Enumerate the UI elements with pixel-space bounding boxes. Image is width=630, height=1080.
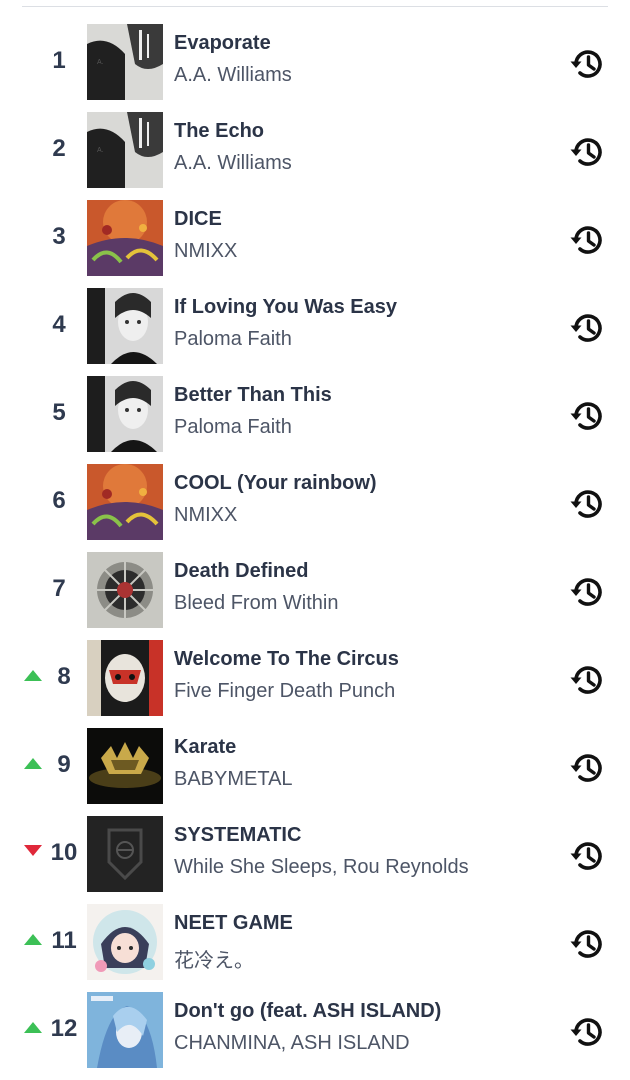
track-title[interactable]: Death Defined [174, 560, 308, 583]
trend-up-icon [24, 934, 42, 945]
rank-number: 4 [52, 311, 66, 338]
track-title[interactable]: COOL (Your rainbow) [174, 472, 377, 495]
track-title[interactable]: Welcome To The Circus [174, 648, 399, 671]
rank-number: 5 [52, 399, 66, 426]
track-title[interactable]: If Loving You Was Easy [174, 296, 397, 319]
track-title[interactable]: Better Than This [174, 384, 332, 407]
track-artist[interactable]: CHANMINA, ASH ISLAND [174, 1032, 410, 1055]
trend-up-icon [24, 670, 42, 681]
track-row[interactable]: 2 A. The Echo A.A. Williams [0, 106, 630, 194]
track-row[interactable]: 12 Don't go (feat. ASH ISLAND) CHANMINA,… [0, 986, 630, 1074]
track-artist[interactable]: A.A. Williams [174, 64, 292, 87]
chart-list: 1 A. Evaporate A.A. Williams 2 A. The Ec… [0, 18, 630, 1074]
track-artist[interactable]: Five Finger Death Punch [174, 680, 395, 703]
track-artist[interactable]: Bleed From Within [174, 592, 339, 615]
track-title[interactable]: Don't go (feat. ASH ISLAND) [174, 1000, 441, 1023]
track-row[interactable]: 8 Welcome To The Circus Five Finger Deat… [0, 634, 630, 722]
history-icon[interactable] [567, 220, 607, 260]
album-art-paloma-faith[interactable] [87, 376, 163, 452]
track-title[interactable]: DICE [174, 208, 222, 231]
trend-up-icon [24, 1022, 42, 1033]
album-art-bleed-from-within[interactable] [87, 552, 163, 628]
rank-number: 9 [57, 751, 71, 778]
rank-number: 8 [57, 663, 71, 690]
svg-text:A.: A. [97, 147, 104, 154]
album-art-chanmina[interactable] [87, 992, 163, 1068]
track-title[interactable]: Karate [174, 736, 236, 759]
track-row[interactable]: 3 DICE NMIXX [0, 194, 630, 282]
track-title[interactable]: NEET GAME [174, 912, 293, 935]
track-artist[interactable]: 花冷え。 [174, 944, 254, 973]
history-icon[interactable] [567, 308, 607, 348]
album-art-nmixx[interactable] [87, 464, 163, 540]
history-icon[interactable] [567, 396, 607, 436]
rank-number: 12 [50, 1015, 78, 1042]
album-art-aa-williams[interactable]: A. [87, 24, 163, 100]
album-art-paloma-faith[interactable] [87, 288, 163, 364]
history-icon[interactable] [567, 132, 607, 172]
track-artist[interactable]: NMIXX [174, 504, 237, 527]
rank-number: 10 [50, 839, 78, 866]
rank-number: 3 [52, 223, 66, 250]
track-row[interactable]: 6 COOL (Your rainbow) NMIXX [0, 458, 630, 546]
track-title[interactable]: The Echo [174, 120, 264, 143]
track-artist[interactable]: A.A. Williams [174, 152, 292, 175]
album-art-nmixx[interactable] [87, 200, 163, 276]
rank-number: 6 [52, 487, 66, 514]
trend-up-icon [24, 758, 42, 769]
rank-number: 7 [52, 575, 66, 602]
album-art-hanabie[interactable] [87, 904, 163, 980]
album-art-while-she-sleeps[interactable] [87, 816, 163, 892]
track-row[interactable]: 4 If Loving You Was Easy Paloma Faith [0, 282, 630, 370]
history-icon[interactable] [567, 484, 607, 524]
top-divider [22, 6, 608, 7]
album-art-babymetal[interactable] [87, 728, 163, 804]
rank-number: 1 [52, 47, 66, 74]
track-row[interactable]: 7 Death Defined Bleed From Within [0, 546, 630, 634]
history-icon[interactable] [567, 572, 607, 612]
track-row[interactable]: 1 A. Evaporate A.A. Williams [0, 18, 630, 106]
history-icon[interactable] [567, 924, 607, 964]
track-row[interactable]: 11 NEET GAME 花冷え。 [0, 898, 630, 986]
album-art-aa-williams[interactable]: A. [87, 112, 163, 188]
history-icon[interactable] [567, 660, 607, 700]
track-row[interactable]: 9 Karate BABYMETAL [0, 722, 630, 810]
track-artist[interactable]: Paloma Faith [174, 416, 292, 439]
track-row[interactable]: 10 SYSTEMATIC While She Sleeps, Rou Reyn… [0, 810, 630, 898]
rank-number: 2 [52, 135, 66, 162]
track-artist[interactable]: Paloma Faith [174, 328, 292, 351]
track-artist[interactable]: BABYMETAL [174, 768, 293, 791]
track-title[interactable]: SYSTEMATIC [174, 824, 301, 847]
svg-text:A.: A. [97, 59, 104, 66]
album-art-five-finger-death-punch[interactable] [87, 640, 163, 716]
track-artist[interactable]: NMIXX [174, 240, 237, 263]
history-icon[interactable] [567, 836, 607, 876]
history-icon[interactable] [567, 44, 607, 84]
track-artist[interactable]: While She Sleeps, Rou Reynolds [174, 856, 469, 879]
rank-number: 11 [51, 927, 77, 954]
track-title[interactable]: Evaporate [174, 32, 271, 55]
history-icon[interactable] [567, 748, 607, 788]
track-row[interactable]: 5 Better Than This Paloma Faith [0, 370, 630, 458]
history-icon[interactable] [567, 1012, 607, 1052]
trend-down-icon [24, 845, 42, 856]
